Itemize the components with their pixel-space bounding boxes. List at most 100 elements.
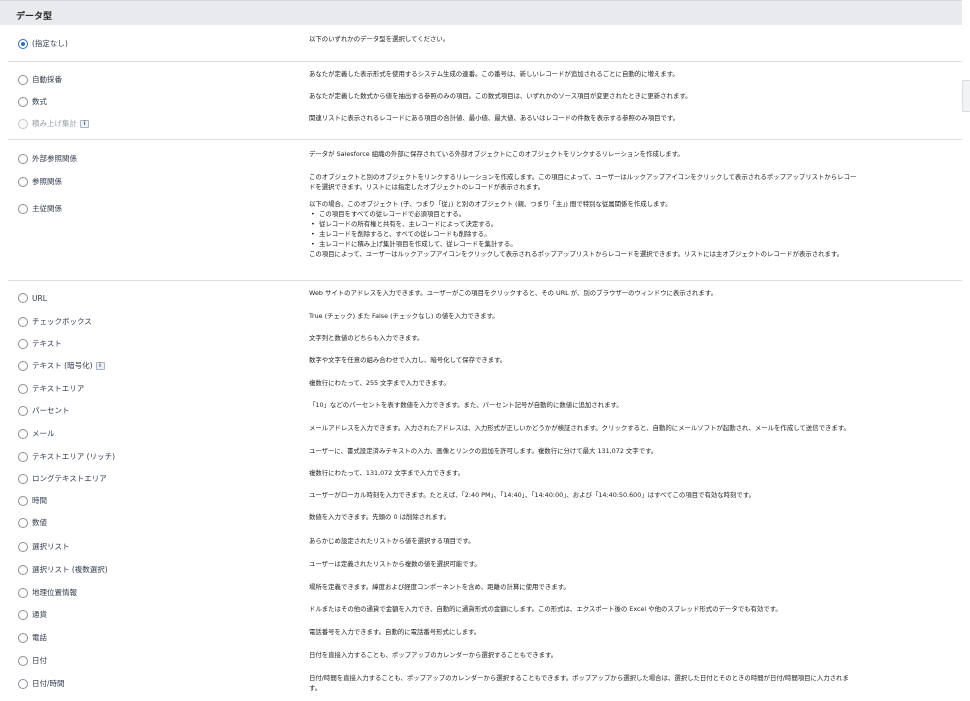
data-type-label: チェックボックス xyxy=(32,317,92,326)
data-type-label: 積み上げ集計 xyxy=(32,119,77,128)
data-type-description: ユーザーがローカル時刻を入力できます。たとえば、「2:40 PM」、「14:40… xyxy=(309,490,959,500)
description-bullet: 主レコードを削除すると、すべての従レコードも削除する。 xyxy=(311,229,959,239)
data-type-option[interactable]: ロングテキストエリア xyxy=(18,473,107,484)
description-text: あらかじめ設定されたリストから値を選択する項目です。 xyxy=(309,537,475,545)
data-type-page: データ型 (指定なし) 以下のいずれかのデータ型を選択してください。 自動採番 あなた… xyxy=(0,0,970,701)
description-text: Web サイトのアドレスを入力できます。ユーザーがこの項目をクリックすると、その… xyxy=(309,289,717,297)
data-type-description: 数値を入力できます。先頭の 0 は削除されます。 xyxy=(309,512,959,522)
radio-button[interactable] xyxy=(18,517,28,528)
data-type-description: 数字や文字を任意の組み合わせで入力し、暗号化して保存できます。 xyxy=(309,355,959,365)
data-type-description: 以下のいずれかのデータ型を選択してください。 xyxy=(309,34,959,44)
data-type-description: あなたが定義した数式から値を抽出する参照のみの項目。この数式項目は、いずれかのソ… xyxy=(309,91,959,101)
data-type-description: 「10」などのパーセントを表す数値を入力できます。また、パーセント記号が自動的に… xyxy=(309,400,959,410)
group-divider xyxy=(8,280,962,281)
data-type-label: 地理位置情報 xyxy=(32,588,77,597)
data-type-label: パーセント xyxy=(32,406,70,415)
data-type-label: 日付/時間 xyxy=(32,679,65,688)
description-outro: この項目によって、ユーザーはルックアップアイコンをクリックして表示されるポップア… xyxy=(309,250,844,258)
data-type-option[interactable]: 通貨 xyxy=(18,609,47,620)
data-type-option[interactable]: 選択リスト (複数選択) xyxy=(18,564,108,575)
data-type-description: 関連リストに表示されるレコードにある項目の合計値、最小値、最大値、あるいはレコー… xyxy=(309,113,959,123)
data-type-description: 場所を定義できます。緯度および経度コンポーネントを含め、距離の計算に使用できます… xyxy=(309,582,959,592)
data-type-label: 選択リスト (複数選択) xyxy=(32,565,108,574)
data-type-option[interactable]: 選択リスト xyxy=(18,541,70,552)
radio-button[interactable] xyxy=(18,96,28,107)
description-line: 日付/時間を直接入力することも、ポップアップのカレンダーから選択することもできま… xyxy=(309,674,849,682)
data-type-label: 数値 xyxy=(32,518,47,527)
data-type-option[interactable]: 参照関係 xyxy=(18,176,62,187)
description-text: あなたが定義した表示形式を使用するシステム生成の連番。この番号は、新しいレコード… xyxy=(309,70,679,78)
description-text: ユーザーがローカル時刻を入力できます。たとえば、「2:40 PM」、「14:40… xyxy=(309,491,755,499)
radio-button[interactable] xyxy=(18,176,28,187)
radio-button[interactable] xyxy=(18,316,28,327)
description-text: データが Salesforce 組織の外部に保存されている外部オブジェクトにこの… xyxy=(309,150,684,158)
radio-button[interactable] xyxy=(18,495,28,506)
section-title: データ型 xyxy=(16,12,53,22)
radio-button[interactable] xyxy=(18,338,28,349)
data-type-description: このオブジェクトと別のオブジェクトをリンクするリレーションを作成します。この項目… xyxy=(309,172,959,192)
description-text: 複数行にわたって、131,072 文字まで入力できます。 xyxy=(309,469,464,477)
radio-button[interactable] xyxy=(18,203,28,214)
radio-button[interactable] xyxy=(18,428,28,439)
data-type-option[interactable]: 日付 xyxy=(18,655,47,666)
data-type-option[interactable]: 地理位置情報 xyxy=(18,587,77,598)
data-type-option[interactable]: 日付/時間 xyxy=(18,678,65,689)
data-type-label: 電話 xyxy=(32,633,47,642)
data-type-option[interactable]: 電話 xyxy=(18,632,47,643)
data-type-label: テキストエリア xyxy=(32,384,85,393)
section-header: データ型 xyxy=(0,0,962,25)
data-type-option[interactable]: テキストエリア (リッチ) xyxy=(18,451,115,462)
radio-button[interactable] xyxy=(18,451,28,462)
data-type-description: Web サイトのアドレスを入力できます。ユーザーがこの項目をクリックすると、その… xyxy=(309,288,959,298)
description-line: ドを選択できます。リストには指定したオブジェクトのレコードが表示されます。 xyxy=(309,183,545,191)
info-icon[interactable]: i xyxy=(80,119,89,128)
radio-button[interactable] xyxy=(18,564,28,575)
radio-button[interactable] xyxy=(18,678,28,689)
data-type-description: True (チェック) また False (チェックなし) の値を入力できます。 xyxy=(309,311,959,321)
data-type-label: 日付 xyxy=(32,656,47,665)
scrollbar-handle[interactable] xyxy=(962,80,970,112)
data-type-label: 時間 xyxy=(32,496,47,505)
data-type-description: メールアドレスを入力できます。入力されたアドレスは、入力形式が正しいかどうかが検… xyxy=(309,423,959,433)
data-type-label: 通貨 xyxy=(32,610,47,619)
data-type-option[interactable]: 主従関係 xyxy=(18,203,62,214)
radio-button[interactable] xyxy=(18,74,28,85)
data-type-option[interactable]: URL xyxy=(18,293,47,303)
data-type-option[interactable]: テキストエリア xyxy=(18,383,84,394)
radio-button[interactable] xyxy=(18,360,28,371)
data-type-option[interactable]: メール xyxy=(18,428,55,439)
data-type-description: ドルまたはその他の通貨で金額を入力でき、自動的に通貨形式の金額にします。この形式… xyxy=(309,604,959,614)
radio-button[interactable] xyxy=(18,632,28,643)
data-type-label: 参照関係 xyxy=(32,177,62,186)
radio-button[interactable] xyxy=(18,383,28,394)
description-text: メールアドレスを入力できます。入力されたアドレスは、入力形式が正しいかどうかが検… xyxy=(309,424,850,432)
data-type-option: 積み上げ集計 i xyxy=(18,118,89,129)
description-text: あなたが定義した数式から値を抽出する参照のみの項目。この数式項目は、いずれかのソ… xyxy=(309,92,692,100)
data-type-option[interactable]: テキスト xyxy=(18,338,62,349)
radio-button[interactable] xyxy=(18,473,28,484)
data-type-option[interactable]: 時間 xyxy=(18,495,47,506)
data-type-option[interactable]: 数値 xyxy=(18,517,47,528)
radio-button[interactable] xyxy=(18,541,28,552)
data-type-option[interactable]: テキスト (暗号化) i xyxy=(18,360,105,371)
data-type-label: メール xyxy=(32,429,55,438)
radio-button[interactable] xyxy=(18,153,28,164)
data-type-option[interactable]: 外部参照関係 xyxy=(18,153,77,164)
description-line: このオブジェクトと別のオブジェクトをリンクするリレーションを作成します。この項目… xyxy=(309,173,857,181)
data-type-option[interactable]: 数式 xyxy=(18,96,47,107)
data-type-option[interactable]: (指定なし) xyxy=(18,38,68,49)
radio-button[interactable] xyxy=(18,405,28,416)
radio-button[interactable] xyxy=(18,609,28,620)
info-icon[interactable]: i xyxy=(95,361,105,370)
data-type-option[interactable]: 自動採番 xyxy=(18,74,62,85)
description-text: 関連リストに表示されるレコードにある項目の合計値、最小値、最大値、あるいはレコー… xyxy=(309,114,680,122)
radio-button[interactable] xyxy=(18,293,28,303)
data-type-label: (指定なし) xyxy=(32,39,68,48)
description-text: 文字列と数値のどちらも入力できます。 xyxy=(309,334,424,342)
data-type-option[interactable]: チェックボックス xyxy=(18,316,92,327)
radio-button[interactable] xyxy=(18,38,28,49)
data-type-option[interactable]: パーセント xyxy=(18,405,70,416)
radio-button[interactable] xyxy=(18,587,28,598)
radio-button[interactable] xyxy=(18,655,28,666)
data-type-label: テキストエリア (リッチ) xyxy=(32,452,116,461)
